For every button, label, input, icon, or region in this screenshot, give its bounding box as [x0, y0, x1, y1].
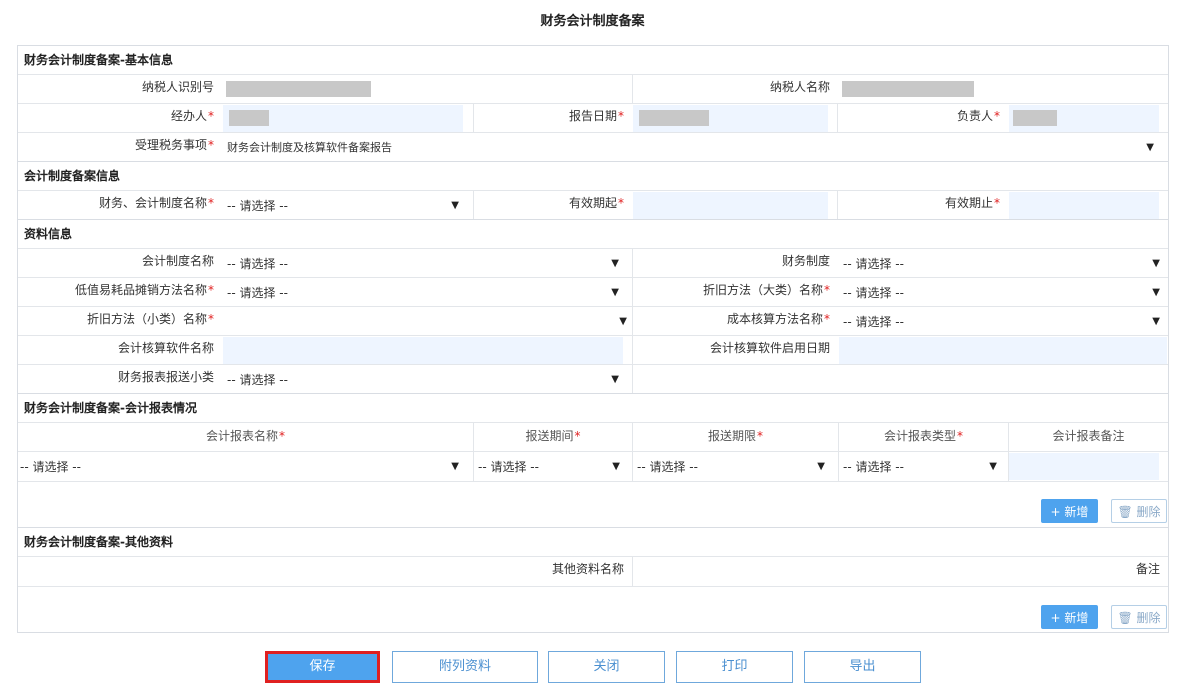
plus-icon: +: [1050, 505, 1065, 519]
other-add-button[interactable]: + 新增: [1041, 605, 1098, 629]
report-name-select[interactable]: -- 请选择 -- ▼: [18, 455, 463, 479]
row-material-5: 财务报表报送小类 -- 请选择 -- ▼: [18, 364, 1168, 394]
chevron-down-icon: ▼: [451, 200, 459, 211]
row-material-2: 低值易耗品摊销方法名称* -- 请选择 -- ▼ 折旧方法（大类）名称* -- 请…: [18, 277, 1168, 307]
section-reports: 财务会计制度备案-会计报表情况: [18, 393, 1168, 421]
valid-to-field[interactable]: [1009, 192, 1159, 219]
col-report-deadline: 报送期限*: [632, 423, 838, 452]
col-other-name: 其他资料名称: [551, 562, 624, 576]
chevron-down-icon: ▼: [611, 374, 619, 385]
handler-value: [229, 110, 269, 126]
matter-select[interactable]: 财务会计制度及核算软件备案报告 ▼: [223, 136, 1158, 160]
valid-from-label: 有效期起*: [473, 191, 632, 220]
trash-icon: 🗑: [1117, 611, 1137, 625]
row-policy: 财务、会计制度名称* -- 请选择 -- ▼ 有效期起* 有效期止*: [18, 190, 1168, 220]
chevron-down-icon: ▼: [611, 258, 619, 269]
chevron-down-icon: ▼: [451, 461, 459, 472]
table-row: -- 请选择 -- ▼ -- 请选择 -- ▼ -- 请选择 -- ▼ -- 请选择 …: [18, 451, 1168, 482]
dep-minor-label: 折旧方法（小类）名称*: [86, 312, 214, 326]
report-date-label: 报告日期*: [473, 104, 632, 133]
row-handler: 经办人* 报告日期* 负责人*: [18, 103, 1168, 133]
person-in-charge-value: [1013, 110, 1057, 126]
print-button[interactable]: 打印: [676, 651, 793, 683]
reports-delete-button[interactable]: 🗑 删除: [1111, 499, 1167, 523]
taxpayer-id-value: [226, 81, 371, 97]
report-note-field[interactable]: [1009, 453, 1159, 480]
policy-name-label: 财务、会计制度名称*: [98, 196, 214, 210]
valid-to-label: 有效期止*: [837, 191, 1008, 220]
person-in-charge-label: 负责人*: [837, 104, 1008, 133]
chevron-down-icon: ▼: [611, 287, 619, 298]
chevron-down-icon: ▼: [817, 461, 825, 472]
matter-label: 受理税务事项*: [134, 138, 214, 152]
report-deadline-select[interactable]: -- 请选择 -- ▼: [633, 455, 829, 479]
finance-system-label: 财务制度: [632, 249, 838, 278]
attachments-button[interactable]: 附列资料: [392, 651, 538, 683]
chevron-down-icon: ▼: [619, 316, 627, 327]
finance-system-select[interactable]: -- 请选择 -- ▼: [839, 252, 1164, 276]
taxpayer-id-label: 纳税人识别号: [141, 80, 214, 94]
col-report-type: 会计报表类型*: [838, 423, 1008, 452]
col-report-period: 报送期间*: [473, 423, 632, 452]
section-basic: 财务会计制度备案-基本信息: [24, 53, 173, 67]
acct-system-label: 会计制度名称: [141, 254, 214, 268]
row-material-1: 会计制度名称 -- 请选择 -- ▼ 财务制度 -- 请选择 -- ▼: [18, 248, 1168, 278]
report-date-value: [639, 110, 709, 126]
software-date-label: 会计核算软件启用日期: [632, 336, 838, 365]
chevron-down-icon: ▼: [1152, 258, 1160, 269]
dep-minor-select[interactable]: ▼: [223, 310, 631, 334]
row-material-4: 会计核算软件名称 会计核算软件启用日期: [18, 335, 1168, 365]
report-period-select[interactable]: -- 请选择 -- ▼: [474, 455, 624, 479]
dep-major-label: 折旧方法（大类）名称*: [632, 278, 838, 307]
row-material-3: 折旧方法（小类）名称* ▼ 成本核算方法名称* -- 请选择 -- ▼: [18, 306, 1168, 336]
acct-system-select[interactable]: -- 请选择 -- ▼: [223, 252, 623, 276]
cost-method-label: 成本核算方法名称*: [632, 307, 838, 336]
report-sub-label: 财务报表报送小类: [117, 370, 214, 384]
chevron-down-icon: ▼: [1152, 316, 1160, 327]
low-value-label: 低值易耗品摊销方法名称*: [74, 283, 214, 297]
row-taxpayer: 纳税人识别号 纳税人名称: [18, 74, 1168, 104]
reports-header-row: 会计报表名称* 报送期间* 报送期限* 会计报表类型* 会计报表备注: [18, 422, 1168, 452]
row-matter: 受理税务事项* 财务会计制度及核算软件备案报告 ▼: [18, 132, 1168, 162]
software-date-field[interactable]: [839, 337, 1167, 364]
col-report-name: 会计报表名称*: [205, 429, 285, 443]
cost-method-select[interactable]: -- 请选择 -- ▼: [839, 310, 1164, 334]
taxpayer-name-label: 纳税人名称: [632, 75, 838, 104]
col-other-note: 备注: [632, 557, 1168, 586]
low-value-select[interactable]: -- 请选择 -- ▼: [223, 281, 623, 305]
reports-add-button[interactable]: + 新增: [1041, 499, 1098, 523]
section-material: 资料信息: [18, 219, 1168, 247]
close-button[interactable]: 关闭: [548, 651, 665, 683]
trash-icon: 🗑: [1117, 505, 1137, 519]
other-header-row: 其他资料名称 备注: [18, 556, 1168, 587]
report-date-field[interactable]: [633, 105, 828, 132]
handler-field[interactable]: [223, 105, 463, 132]
taxpayer-name-value: [842, 81, 974, 97]
report-type-select[interactable]: -- 请选择 -- ▼: [839, 455, 1001, 479]
software-name-field[interactable]: [223, 337, 623, 364]
dep-major-select[interactable]: -- 请选择 -- ▼: [839, 281, 1164, 305]
chevron-down-icon: ▼: [612, 461, 620, 472]
chevron-down-icon: ▼: [1152, 287, 1160, 298]
report-sub-select[interactable]: -- 请选择 -- ▼: [223, 368, 623, 392]
handler-label: 经办人*: [170, 109, 214, 123]
person-in-charge-field[interactable]: [1009, 105, 1159, 132]
save-button[interactable]: 保存: [265, 651, 380, 683]
valid-from-field[interactable]: [633, 192, 828, 219]
chevron-down-icon: ▼: [1146, 142, 1154, 153]
empty-cell: [632, 365, 633, 394]
chevron-down-icon: ▼: [989, 461, 997, 472]
section-other: 财务会计制度备案-其他资料: [18, 527, 1168, 555]
export-button[interactable]: 导出: [804, 651, 921, 683]
page-title: 财务会计制度备案: [540, 14, 645, 29]
col-report-note: 会计报表备注: [1008, 423, 1168, 452]
software-name-label: 会计核算软件名称: [117, 341, 214, 355]
other-delete-button[interactable]: 🗑 删除: [1111, 605, 1167, 629]
plus-icon: +: [1050, 611, 1065, 625]
section-policy: 会计制度备案信息: [18, 161, 1168, 189]
policy-name-select[interactable]: -- 请选择 -- ▼: [223, 194, 463, 218]
